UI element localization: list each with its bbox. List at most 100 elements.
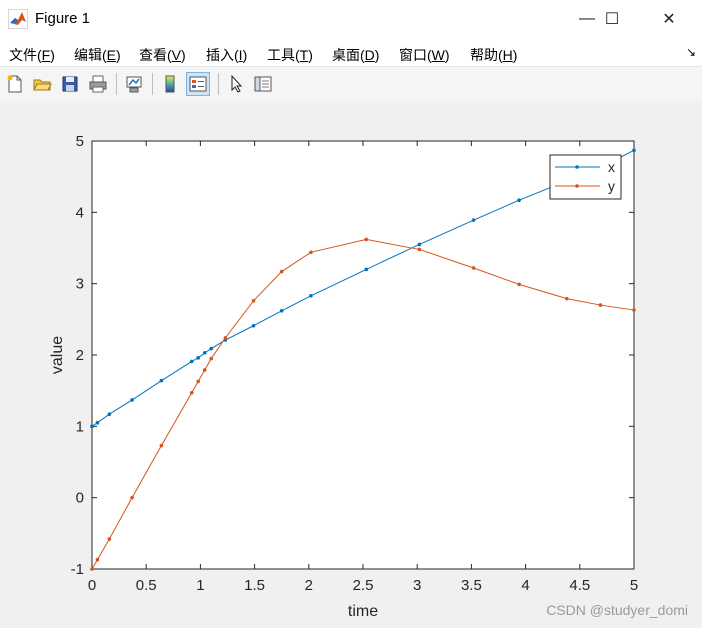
data-point-x xyxy=(364,267,369,272)
toolbar xyxy=(0,66,702,102)
property-editor-button[interactable] xyxy=(251,72,275,96)
close-icon: ✕ xyxy=(662,11,676,28)
x-tick-label: 2 xyxy=(305,577,313,594)
data-point-y xyxy=(471,266,476,270)
x-tick-label: 0 xyxy=(88,577,96,594)
dock-arrow-icon[interactable]: ↘ xyxy=(686,45,696,59)
x-tick-label: 4.5 xyxy=(569,577,590,594)
close-button[interactable]: ✕ xyxy=(646,0,692,38)
data-point-x xyxy=(202,351,207,355)
data-point-x xyxy=(95,420,100,425)
menu-window[interactable]: 窗口(W) xyxy=(399,45,450,65)
window-title: Figure 1 xyxy=(35,10,91,27)
data-point-x xyxy=(90,424,94,429)
link-plot-icon xyxy=(126,76,142,93)
watermark-text: CSDN @studyer_domi xyxy=(546,602,688,618)
data-point-y xyxy=(189,391,194,395)
toolbar-separator xyxy=(116,73,117,95)
menu-tools[interactable]: 工具(T) xyxy=(267,45,313,65)
legend-marker-x xyxy=(575,165,579,169)
x-tick-label: 4 xyxy=(521,577,529,594)
x-tick-label: 2.5 xyxy=(353,577,374,594)
data-point-y xyxy=(107,537,112,541)
x-tick-label: 0.5 xyxy=(136,577,157,594)
data-point-y xyxy=(202,368,207,372)
legend-marker-y xyxy=(575,184,579,188)
data-point-x xyxy=(251,323,256,328)
y-tick-label: 3 xyxy=(76,276,84,293)
data-point-x xyxy=(517,198,521,203)
data-point-x xyxy=(471,218,476,222)
title-bar: Figure 1 — ☐ ✕ xyxy=(0,0,702,38)
y-tick-label: 1 xyxy=(76,418,84,435)
open-button[interactable] xyxy=(30,72,54,96)
data-point-y xyxy=(364,237,369,242)
data-point-y xyxy=(309,250,313,255)
x-tick-label: 1.5 xyxy=(244,577,265,594)
data-point-y xyxy=(417,247,422,252)
edit-plot-button[interactable] xyxy=(224,72,248,96)
data-point-y xyxy=(598,303,603,307)
new-file-icon xyxy=(7,75,22,93)
data-point-x xyxy=(417,242,422,247)
data-point-x xyxy=(632,148,636,153)
data-point-y xyxy=(223,336,228,340)
maximize-button[interactable]: ☐ xyxy=(589,0,635,38)
x-tick-label: 3 xyxy=(413,577,421,594)
data-point-y xyxy=(564,296,569,301)
y-tick-label: 4 xyxy=(76,204,84,221)
data-point-y xyxy=(196,379,201,384)
y-tick-label: 2 xyxy=(76,347,84,364)
save-button[interactable] xyxy=(58,72,82,96)
menu-insert[interactable]: 插入(I) xyxy=(206,45,247,65)
menu-edit[interactable]: 编辑(E) xyxy=(74,45,121,65)
link-plot-button[interactable] xyxy=(122,72,146,96)
data-point-x xyxy=(130,398,134,402)
menu-bar: 文件(F) 编辑(E) 查看(V) 插入(I) 工具(T) 桌面(D) 窗口(W… xyxy=(0,38,702,66)
pointer-icon xyxy=(231,74,243,93)
matlab-logo-icon xyxy=(8,9,28,29)
y-axis-label: value xyxy=(49,336,66,374)
data-point-x xyxy=(107,412,112,417)
data-point-x xyxy=(279,308,284,313)
insert-legend-button[interactable] xyxy=(186,72,210,96)
data-point-x xyxy=(159,378,164,383)
toolbar-separator xyxy=(218,73,219,95)
data-point-x xyxy=(196,356,201,360)
y-tick-label: 0 xyxy=(76,490,84,507)
plot-canvas[interactable]: 0 0.5 1 1.5 2 2.5 3 3.5 4 4.5 5-1012345 time value… xyxy=(0,101,702,628)
print-button[interactable] xyxy=(86,72,110,96)
menu-desktop[interactable]: 桌面(D) xyxy=(332,45,379,65)
axes-background xyxy=(91,140,635,570)
legend[interactable]: xy xyxy=(549,154,622,200)
toolbar-separator xyxy=(152,73,153,95)
y-tick-label: -1 xyxy=(71,561,84,578)
print-icon xyxy=(89,75,107,93)
data-point-y xyxy=(251,298,256,303)
data-point-x xyxy=(209,346,214,351)
x-tick-label: 5 xyxy=(630,577,638,594)
legend-label-y: y xyxy=(608,178,615,194)
data-point-y xyxy=(209,356,214,361)
x-tick-label: 1 xyxy=(196,577,204,594)
data-point-y xyxy=(90,567,94,571)
data-point-y xyxy=(632,308,636,312)
open-folder-icon xyxy=(33,79,52,91)
y-tick-label: 5 xyxy=(76,133,84,150)
data-point-y xyxy=(159,443,164,448)
menu-file[interactable]: 文件(F) xyxy=(9,45,55,65)
colorbar-icon xyxy=(165,75,175,93)
new-figure-button[interactable] xyxy=(3,72,27,96)
data-point-y xyxy=(130,495,134,500)
data-point-y xyxy=(95,557,100,562)
x-axis-label: time xyxy=(348,603,378,620)
data-point-x xyxy=(189,359,194,364)
menu-help[interactable]: 帮助(H) xyxy=(470,45,517,65)
legend-icon xyxy=(189,76,207,92)
property-editor-icon xyxy=(254,76,272,92)
insert-colorbar-button[interactable] xyxy=(158,72,182,96)
maximize-icon: ☐ xyxy=(604,11,620,28)
menu-view[interactable]: 查看(V) xyxy=(139,45,186,65)
x-tick-label: 3.5 xyxy=(461,577,482,594)
save-icon xyxy=(62,76,78,92)
